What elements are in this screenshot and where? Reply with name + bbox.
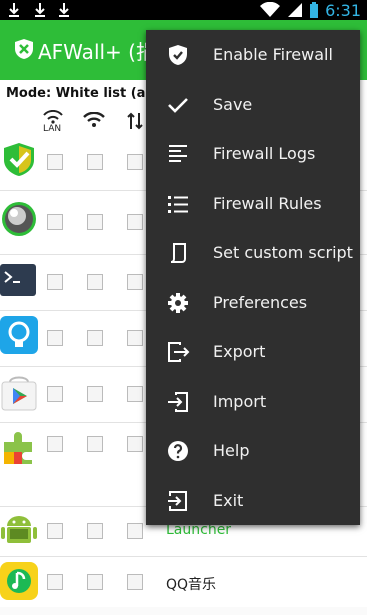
- menu-item-firewall-logs[interactable]: Firewall Logs: [146, 129, 360, 179]
- bottom-edge: [0, 607, 367, 615]
- lan-wifi-icon: [43, 110, 63, 124]
- app-name: QQ音乐: [166, 577, 217, 593]
- checkbox-lan[interactable]: [47, 214, 63, 230]
- menu-item-exit[interactable]: Exit: [146, 476, 360, 526]
- menu-item-import[interactable]: Import: [146, 377, 360, 427]
- checkbox-data[interactable]: [127, 523, 143, 539]
- signal-icon: [288, 3, 303, 17]
- menu-item-label: Firewall Logs: [213, 144, 316, 163]
- menu-item-label: Firewall Rules: [213, 194, 322, 213]
- download-icon: [9, 3, 19, 17]
- play-store-icon: [1, 376, 37, 411]
- checkbox-data[interactable]: [127, 574, 143, 590]
- menu-item-preferences[interactable]: Preferences: [146, 278, 360, 328]
- menu-item-label: Preferences: [213, 293, 308, 312]
- menu-item-label: Help: [213, 441, 250, 460]
- menu-item-label: Import: [213, 392, 267, 411]
- menu-item-save[interactable]: Save: [146, 80, 360, 130]
- checkbox-lan[interactable]: [47, 274, 63, 290]
- afwall-shield-icon[interactable]: [14, 38, 34, 60]
- checkbox-lan[interactable]: [47, 154, 63, 170]
- menu-item-label: Enable Firewall: [213, 45, 333, 64]
- checkbox-wifi[interactable]: [87, 214, 103, 230]
- checkbox-data[interactable]: [127, 274, 143, 290]
- checkbox-lan[interactable]: [47, 386, 63, 402]
- battery-icon: [310, 2, 319, 18]
- status-bar: 6:31: [0, 0, 367, 20]
- menu-item-label: Save: [213, 95, 253, 114]
- menu-item-help[interactable]: Help: [146, 426, 360, 476]
- download-icon: [35, 3, 45, 17]
- exit-icon: [168, 491, 187, 511]
- clock: 6:31: [325, 0, 361, 20]
- gear-icon: [168, 293, 188, 313]
- logs-icon: [169, 145, 187, 162]
- checkbox-lan[interactable]: [47, 523, 63, 539]
- data-column-icon: [127, 112, 143, 130]
- script-icon: [170, 243, 186, 263]
- list-icon: [168, 196, 188, 213]
- menu-item-label: Set custom script: [213, 243, 353, 262]
- checkbox-wifi[interactable]: [87, 154, 103, 170]
- checkbox-data[interactable]: [127, 436, 143, 452]
- check-icon: [168, 98, 188, 113]
- checkbox-data[interactable]: [127, 154, 143, 170]
- help-icon: [168, 441, 188, 461]
- export-icon: [168, 342, 190, 362]
- checkbox-wifi[interactable]: [87, 274, 103, 290]
- import-icon: [168, 392, 188, 412]
- menu-item-enable-firewall[interactable]: Enable Firewall: [146, 30, 360, 80]
- checkbox-data[interactable]: [127, 330, 143, 346]
- checkbox-wifi[interactable]: [87, 574, 103, 590]
- menu-item-label: Export: [213, 342, 266, 361]
- wifi-column-icon: [83, 112, 105, 127]
- checkbox-wifi[interactable]: [87, 386, 103, 402]
- checkbox-lan[interactable]: [47, 330, 63, 346]
- app-row: QQ音乐: [0, 556, 367, 608]
- qq-music-icon: [0, 562, 38, 600]
- checkbox-lan[interactable]: [47, 436, 63, 452]
- overflow-menu: Enable Firewall Save Firewall Logs Firew…: [146, 30, 360, 525]
- menu-item-export[interactable]: Export: [146, 327, 360, 377]
- menu-item-set-custom-script[interactable]: Set custom script: [146, 228, 360, 278]
- app-title: AFWall+ (捐: [38, 40, 156, 64]
- lan-column-label: LAN: [43, 124, 62, 134]
- download-icon: [59, 3, 69, 17]
- checkbox-wifi[interactable]: [87, 436, 103, 452]
- terminal-icon: [0, 264, 36, 296]
- shield-icon: [169, 45, 187, 65]
- checkbox-lan[interactable]: [47, 574, 63, 590]
- lightbulb-app-icon: [0, 316, 38, 354]
- checkbox-data[interactable]: [127, 214, 143, 230]
- orb-app-icon: [2, 202, 36, 236]
- android-icon: [1, 516, 37, 543]
- checkbox-wifi[interactable]: [87, 523, 103, 539]
- shield-check-icon: [4, 143, 34, 176]
- puzzle-app-icon: [4, 432, 32, 464]
- checkbox-wifi[interactable]: [87, 330, 103, 346]
- wifi-icon: [260, 2, 281, 17]
- menu-item-label: Exit: [213, 491, 244, 510]
- checkbox-data[interactable]: [127, 386, 143, 402]
- menu-item-firewall-rules[interactable]: Firewall Rules: [146, 179, 360, 229]
